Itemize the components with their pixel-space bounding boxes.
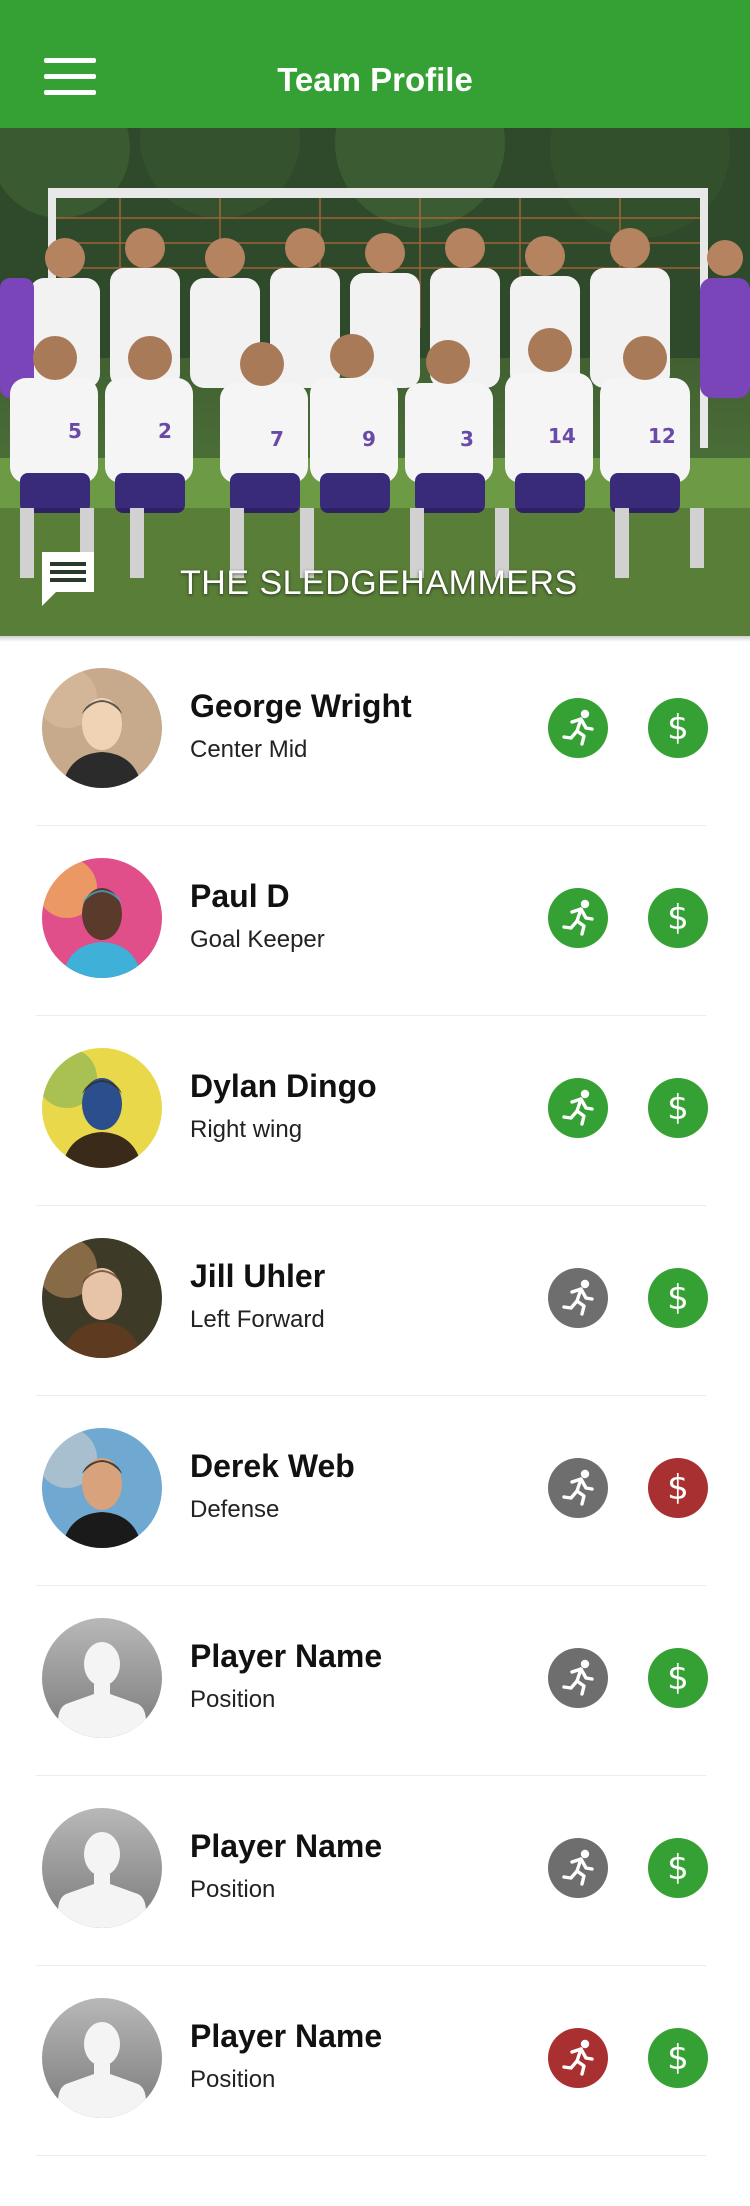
avatar[interactable] (42, 1048, 162, 1168)
avatar-placeholder-icon[interactable] (42, 1998, 162, 2118)
svg-text:2: 2 (158, 419, 172, 443)
svg-text:9: 9 (362, 427, 376, 451)
payment-status-button[interactable]: $ (648, 1078, 708, 1138)
player-list: George Wright Center Mid $ Paul D Goal Keepe… (0, 636, 750, 2156)
player-position: Right wing (190, 1116, 303, 1143)
player-row[interactable]: Derek Web Defense $ (0, 1396, 750, 1586)
team-name: THE SLEDGEHAMMERS (180, 564, 578, 602)
svg-text:14: 14 (548, 424, 576, 448)
svg-text:3: 3 (460, 427, 474, 451)
player-position: Position (190, 2066, 276, 2093)
svg-text:7: 7 (270, 427, 284, 451)
player-row[interactable]: Player Name Position $ (0, 1776, 750, 1966)
avatar[interactable] (42, 1238, 162, 1358)
attendance-status-button[interactable] (548, 1648, 608, 1708)
dollar-icon: $ (667, 1468, 689, 1508)
row-divider (36, 2155, 706, 2156)
chat-icon[interactable] (38, 548, 98, 608)
player-name: Player Name (190, 2018, 383, 2054)
dollar-icon: $ (667, 2038, 689, 2078)
player-row[interactable]: Player Name Position $ (0, 1586, 750, 1776)
player-position: Center Mid (190, 736, 308, 763)
attendance-status-button[interactable] (548, 1458, 608, 1518)
attendance-status-button[interactable] (548, 1078, 608, 1138)
dollar-icon: $ (667, 1848, 689, 1888)
attendance-status-button[interactable] (548, 698, 608, 758)
running-person-icon (562, 899, 594, 936)
player-name: Player Name (190, 1828, 383, 1864)
payment-status-button[interactable]: $ (648, 1838, 708, 1898)
player-row[interactable]: Jill Uhler Left Forward $ (0, 1206, 750, 1396)
player-row[interactable]: Paul D Goal Keeper $ (0, 826, 750, 1016)
player-name: Paul D (190, 878, 290, 914)
payment-status-button[interactable]: $ (648, 1268, 708, 1328)
avatar[interactable] (42, 1428, 162, 1548)
running-person-icon (562, 1089, 594, 1126)
running-person-icon (562, 1849, 594, 1886)
attendance-status-button[interactable] (548, 1838, 608, 1898)
payment-status-button[interactable]: $ (648, 1648, 708, 1708)
running-person-icon (562, 1279, 594, 1316)
player-position: Position (190, 1876, 276, 1903)
player-name: Jill Uhler (190, 1258, 326, 1294)
avatar[interactable] (42, 668, 162, 788)
svg-text:5: 5 (68, 419, 82, 443)
player-name: Derek Web (190, 1448, 355, 1484)
avatar[interactable] (42, 858, 162, 978)
attendance-status-button[interactable] (548, 1268, 608, 1328)
dollar-icon: $ (667, 1088, 689, 1128)
player-name: Player Name (190, 1638, 383, 1674)
app-header: Team Profile (0, 0, 750, 128)
dollar-icon: $ (667, 898, 689, 938)
running-person-icon (562, 1469, 594, 1506)
payment-status-button[interactable]: $ (648, 698, 708, 758)
running-person-icon (562, 2039, 594, 2076)
player-row[interactable]: Dylan Dingo Right wing $ (0, 1016, 750, 1206)
running-person-icon (562, 1659, 594, 1696)
attendance-status-button[interactable] (548, 2028, 608, 2088)
player-position: Position (190, 1686, 276, 1713)
payment-status-button[interactable]: $ (648, 888, 708, 948)
team-photo-illustration: 5 2 7 9 3 14 12 (0, 128, 750, 636)
dollar-icon: $ (667, 1658, 689, 1698)
svg-text:12: 12 (648, 424, 676, 448)
player-position: Goal Keeper (190, 926, 325, 953)
player-name: Dylan Dingo (190, 1068, 377, 1104)
player-position: Defense (190, 1496, 280, 1523)
player-row[interactable]: George Wright Center Mid $ (0, 636, 750, 826)
dollar-icon: $ (667, 708, 689, 748)
page-title: Team Profile (277, 61, 473, 98)
team-photo: 5 2 7 9 3 14 12 THE SLEDGEHAMMERS (0, 128, 750, 636)
avatar-placeholder-icon[interactable] (42, 1618, 162, 1738)
dollar-icon: $ (667, 1278, 689, 1318)
player-row[interactable]: Player Name Position $ (0, 1966, 750, 2156)
payment-status-button[interactable]: $ (648, 2028, 708, 2088)
running-person-icon (562, 709, 594, 746)
avatar-placeholder-icon[interactable] (42, 1808, 162, 1928)
player-name: George Wright (190, 688, 412, 724)
attendance-status-button[interactable] (548, 888, 608, 948)
payment-status-button[interactable]: $ (648, 1458, 708, 1518)
player-position: Left Forward (190, 1306, 325, 1333)
